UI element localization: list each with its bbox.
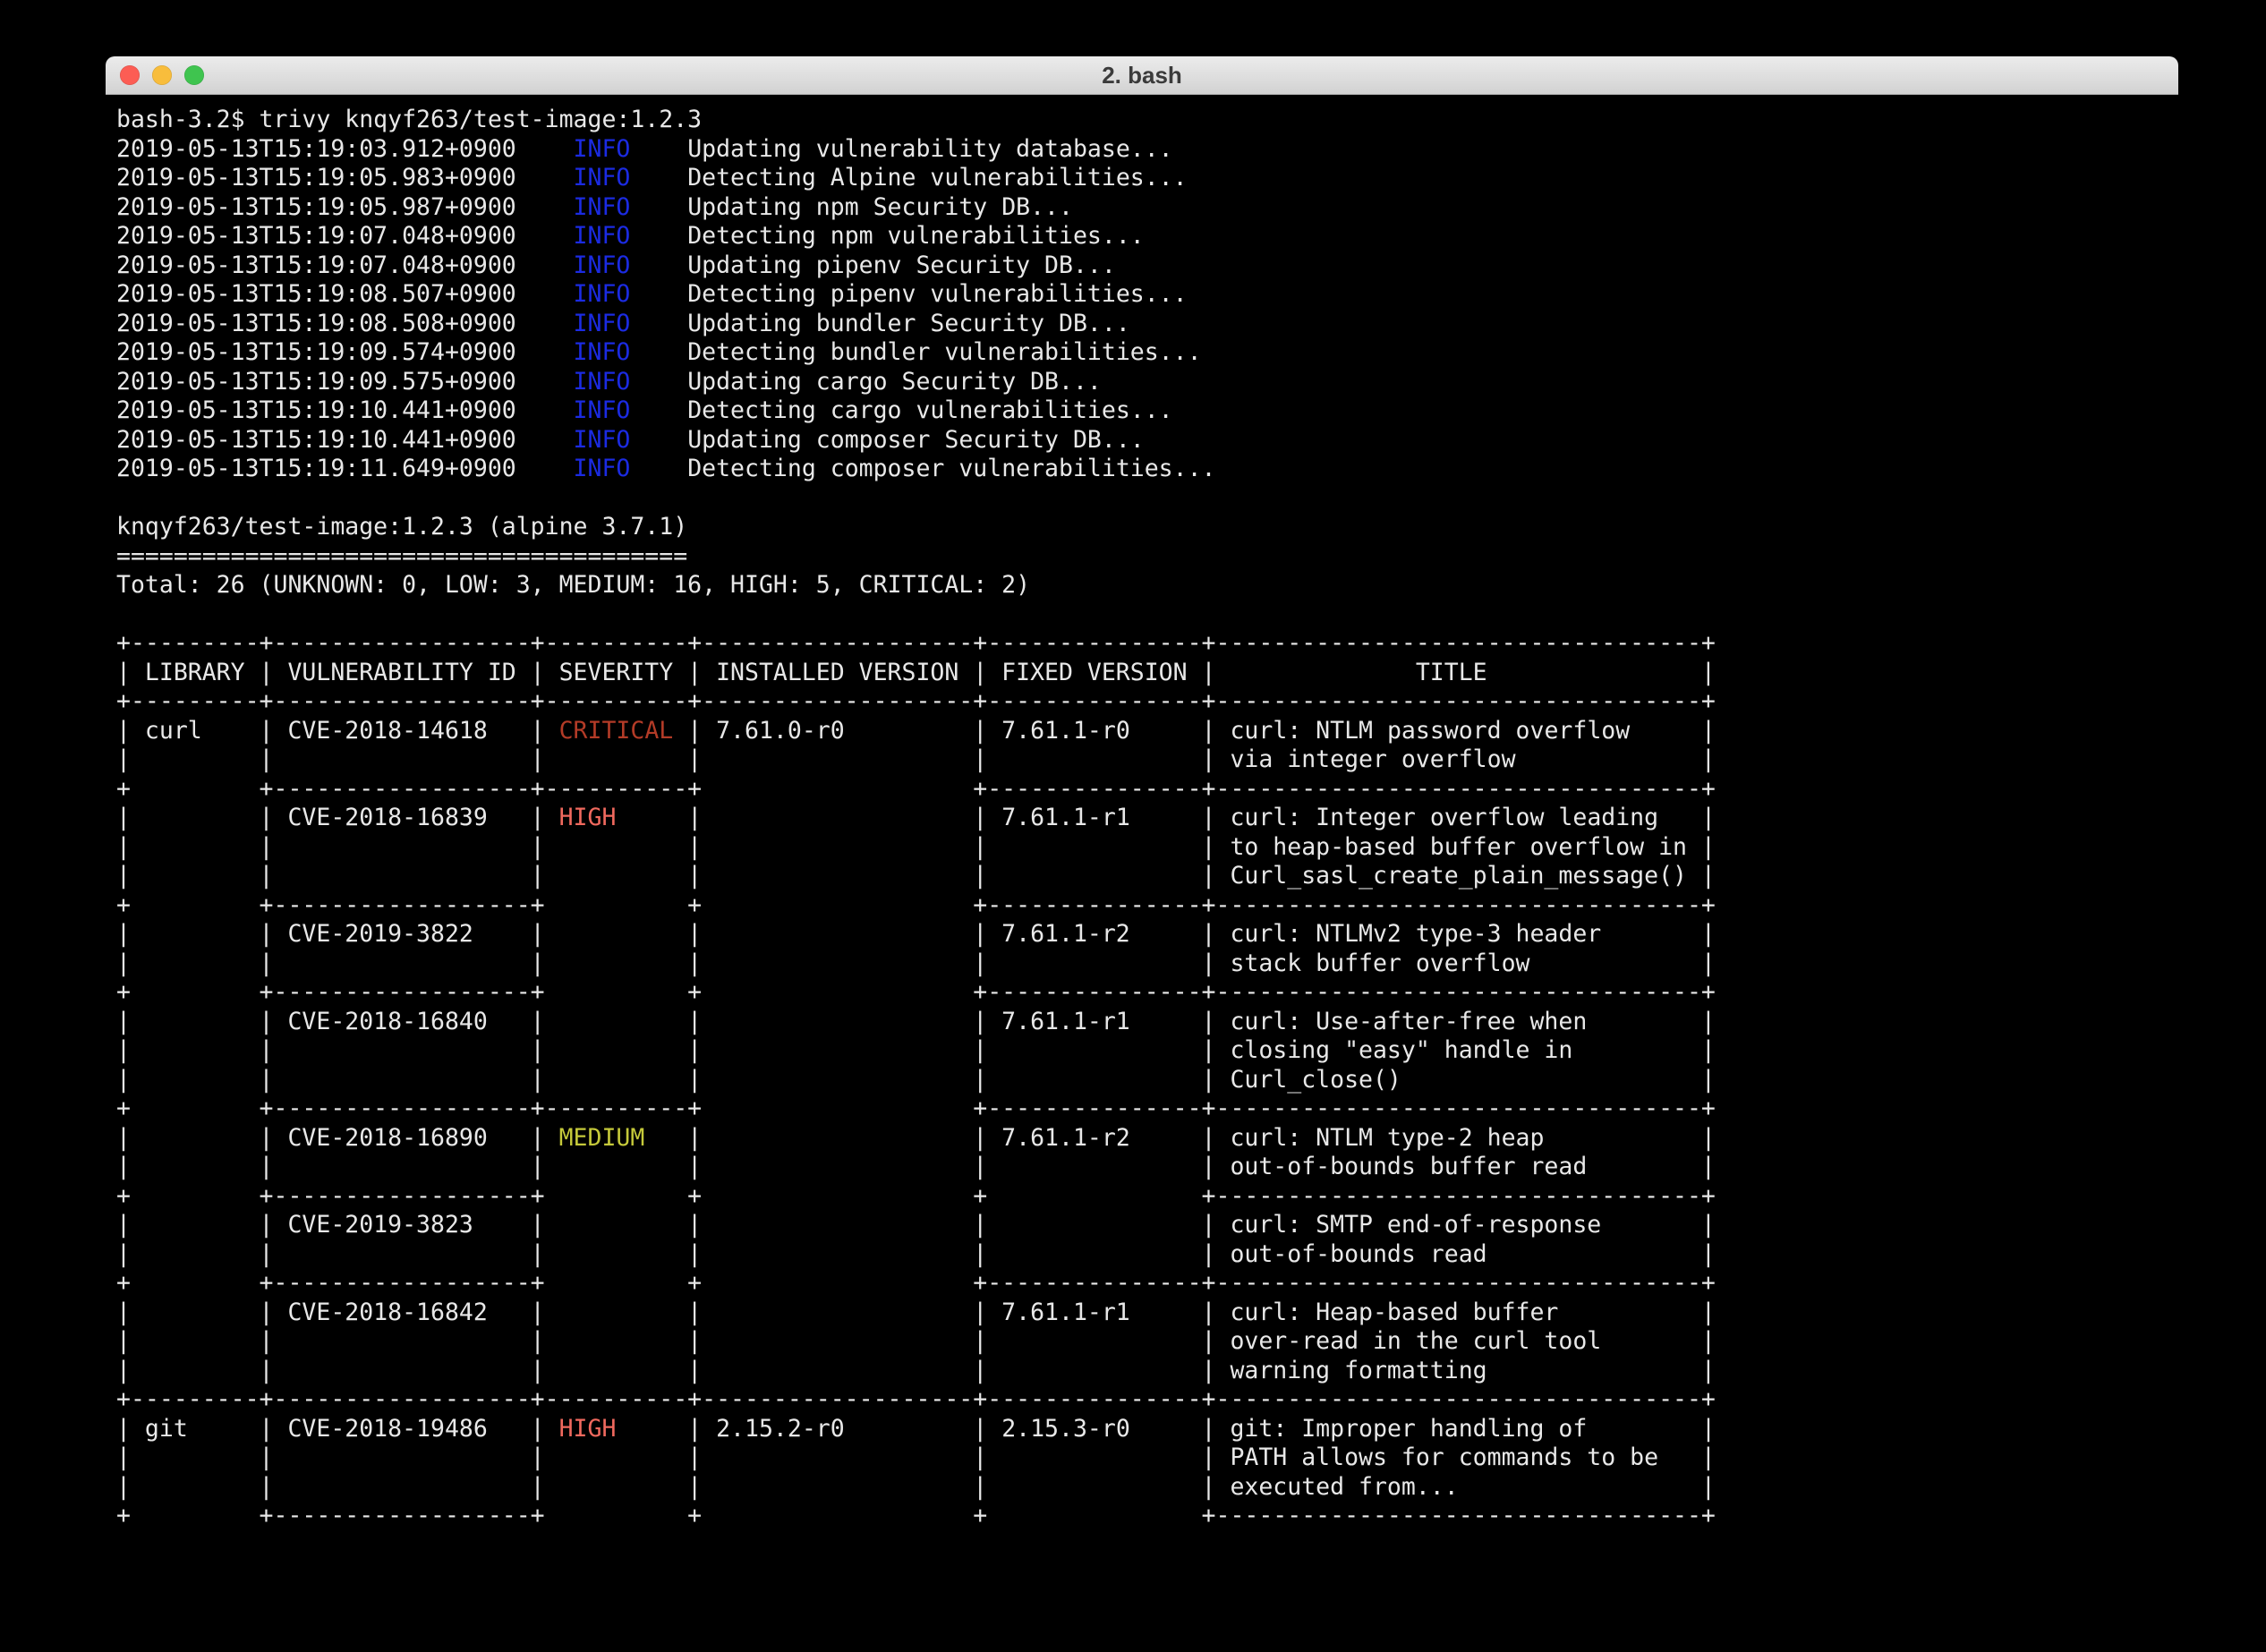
zoom-button[interactable] — [184, 65, 204, 85]
terminal-line: | git | CVE-2018-19486 | HIGH | 2.15.2-r… — [116, 1415, 2178, 1444]
terminal-line: 2019-05-13T15:19:10.441+0900 INFO Detect… — [116, 396, 2178, 426]
terminal-line: Total: 26 (UNKNOWN: 0, LOW: 3, MEDIUM: 1… — [116, 571, 2178, 600]
terminal-line: 2019-05-13T15:19:05.983+0900 INFO Detect… — [116, 164, 2178, 193]
terminal-line: | | | | | | stack buffer overflow | — [116, 949, 2178, 979]
terminal-line: + +------------------+----------+ +-----… — [116, 1094, 2178, 1124]
terminal-line: 2019-05-13T15:19:08.507+0900 INFO Detect… — [116, 280, 2178, 310]
terminal-line: bash-3.2$ trivy knqyf263/test-image:1.2.… — [116, 106, 2178, 135]
terminal-line: | | CVE-2019-3822 | | | 7.61.1-r2 | curl… — [116, 920, 2178, 949]
close-button[interactable] — [120, 65, 140, 85]
terminal-line: | | | | | | Curl_close() | — [116, 1066, 2178, 1095]
terminal-line: 2019-05-13T15:19:05.987+0900 INFO Updati… — [116, 193, 2178, 223]
terminal-line: +---------+------------------+----------… — [116, 1385, 2178, 1415]
window-title: 2. bash — [106, 62, 2178, 89]
terminal-line: + +------------------+----------+ +-----… — [116, 775, 2178, 805]
terminal-line: | | CVE-2019-3823 | | | | curl: SMTP end… — [116, 1211, 2178, 1240]
terminal-line: + +------------------+ + +--------------… — [116, 978, 2178, 1008]
terminal-screen[interactable]: bash-3.2$ trivy knqyf263/test-image:1.2.… — [106, 95, 2178, 1580]
terminal-line: +---------+------------------+----------… — [116, 687, 2178, 717]
terminal-window: 2. bash bash-3.2$ trivy knqyf263/test-im… — [106, 56, 2178, 1580]
terminal-line: knqyf263/test-image:1.2.3 (alpine 3.7.1) — [116, 513, 2178, 542]
terminal-line: +---------+------------------+----------… — [116, 629, 2178, 659]
terminal-line: | | | | | | executed from... | — [116, 1473, 2178, 1503]
title-bar[interactable]: 2. bash — [106, 56, 2178, 95]
terminal-line: | | | | | | closing "easy" handle in | — [116, 1036, 2178, 1066]
terminal-line: 2019-05-13T15:19:09.575+0900 INFO Updati… — [116, 368, 2178, 397]
terminal-line: | LIBRARY | VULNERABILITY ID | SEVERITY … — [116, 659, 2178, 688]
terminal-line: + +------------------+ + + +------------… — [116, 1502, 2178, 1531]
terminal-line: | | | | | | over-read in the curl tool | — [116, 1327, 2178, 1357]
terminal-line — [116, 484, 2178, 514]
terminal-line — [116, 600, 2178, 630]
terminal-line: 2019-05-13T15:19:11.649+0900 INFO Detect… — [116, 455, 2178, 484]
terminal-line: | | CVE-2018-16839 | HIGH | | 7.61.1-r1 … — [116, 804, 2178, 833]
terminal-line: 2019-05-13T15:19:07.048+0900 INFO Updati… — [116, 251, 2178, 281]
terminal-line: | | | | | | to heap-based buffer overflo… — [116, 833, 2178, 863]
terminal-line: 2019-05-13T15:19:03.912+0900 INFO Updati… — [116, 135, 2178, 165]
terminal-line: 2019-05-13T15:19:10.441+0900 INFO Updati… — [116, 426, 2178, 456]
terminal-line: | | | | | | out-of-bounds buffer read | — [116, 1153, 2178, 1182]
terminal-line: ======================================== — [116, 542, 2178, 572]
terminal-line: | | CVE-2018-16842 | | | 7.61.1-r1 | cur… — [116, 1299, 2178, 1328]
terminal-line: | | CVE-2018-16840 | | | 7.61.1-r1 | cur… — [116, 1008, 2178, 1037]
terminal-line: 2019-05-13T15:19:07.048+0900 INFO Detect… — [116, 222, 2178, 251]
terminal-line: + +------------------+ + + +------------… — [116, 1182, 2178, 1212]
terminal-line: | | | | | | out-of-bounds read | — [116, 1240, 2178, 1270]
terminal-line: + +------------------+ + +--------------… — [116, 891, 2178, 921]
terminal-line: 2019-05-13T15:19:08.508+0900 INFO Updati… — [116, 310, 2178, 339]
terminal-line: | | | | | | via integer overflow | — [116, 745, 2178, 775]
terminal-line: | | | | | | warning formatting | — [116, 1357, 2178, 1386]
terminal-line: | | CVE-2018-16890 | MEDIUM | | 7.61.1-r… — [116, 1124, 2178, 1154]
terminal-line: | | | | | | Curl_sasl_create_plain_messa… — [116, 862, 2178, 891]
traffic-lights — [120, 56, 204, 94]
terminal-output: bash-3.2$ trivy knqyf263/test-image:1.2.… — [116, 106, 2178, 1531]
terminal-line: | curl | CVE-2018-14618 | CRITICAL | 7.6… — [116, 717, 2178, 746]
terminal-line: | | | | | | PATH allows for commands to … — [116, 1443, 2178, 1473]
minimize-button[interactable] — [152, 65, 172, 85]
terminal-line: 2019-05-13T15:19:09.574+0900 INFO Detect… — [116, 338, 2178, 368]
terminal-line: + +------------------+ + +--------------… — [116, 1269, 2178, 1299]
